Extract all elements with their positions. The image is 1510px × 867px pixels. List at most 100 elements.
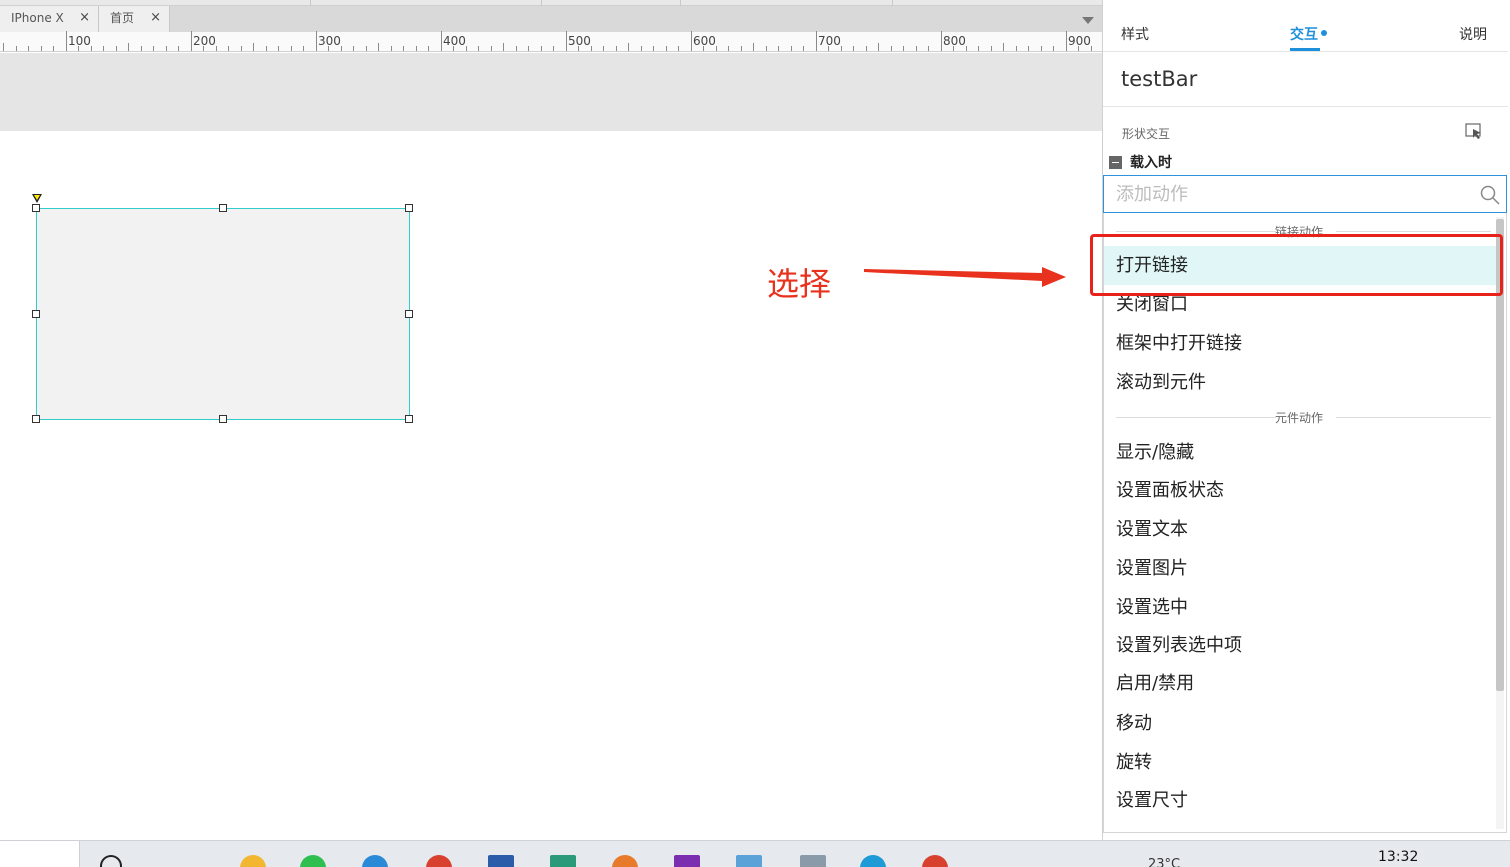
ruler-tick [253,43,254,51]
ruler-tick [516,46,517,51]
file-explorer-icon[interactable] [240,855,266,867]
divider [1103,106,1508,107]
ruler-tick [416,46,417,51]
ruler-tick [1066,31,1067,51]
onenote-icon[interactable] [674,855,700,867]
action-rotate[interactable]: 旋转 [1104,743,1496,782]
tab-label: IPhone X [11,11,64,25]
resize-handle[interactable] [405,204,413,212]
tab-interaction[interactable]: 交互 [1290,24,1327,44]
inspector-panel: 样式 交互 说明 testBar 形状交互 载入时 链接动作 [1102,0,1510,840]
ruler-tick [166,46,167,51]
cursor-select-icon[interactable] [1465,123,1483,140]
action-set-panel-state[interactable]: 设置面板状态 [1104,471,1496,510]
resize-handle[interactable] [219,415,227,423]
action-dropdown: 链接动作 打开链接 关闭窗口 框架中打开链接 滚动到元件 元件动作 显示/隐藏 … [1103,213,1507,833]
ruler-tick [403,46,404,51]
ruler-tick [578,46,579,51]
ruler-tick [966,46,967,51]
ruler-tick [891,46,892,51]
resize-handle[interactable] [219,204,227,212]
resize-handle[interactable] [405,415,413,423]
resize-handle[interactable] [32,415,40,423]
ruler-tick [316,31,317,51]
weather-readout[interactable]: 23°C [1148,857,1180,867]
ruler-tick [466,46,467,51]
ruler-tick [628,43,629,51]
action-enable-disable[interactable]: 启用/禁用 [1104,664,1496,703]
ruler-tick [641,46,642,51]
wechat-icon[interactable] [300,855,326,867]
ruler-tick [853,46,854,51]
ruler-tick [1091,46,1092,51]
action-set-selected[interactable]: 设置选中 [1104,588,1496,627]
browser-icon[interactable] [362,855,388,867]
os-taskbar: 23°C 13:32 [0,840,1510,867]
edge-icon[interactable] [860,855,886,867]
search-icon[interactable] [100,855,122,867]
search-icon[interactable] [1480,185,1500,205]
collapse-icon[interactable] [1109,155,1122,169]
close-icon[interactable]: × [79,6,90,30]
ruler-tick [803,46,804,51]
horizontal-ruler: 100 200 300 400 500 600 700 800 900 [0,31,1102,52]
ruler-tick [553,46,554,51]
ruler-tick [28,46,29,51]
chrome-icon[interactable] [426,855,452,867]
ruler-tick [228,46,229,51]
ruler-tick [828,46,829,51]
event-on-load[interactable]: 载入时 [1109,153,1172,171]
firefox-icon[interactable] [612,855,638,867]
tab-notes[interactable]: 说明 [1459,24,1487,44]
add-action-input[interactable] [1116,181,1466,207]
action-set-list-selected[interactable]: 设置列表选中项 [1104,626,1496,665]
tab-style[interactable]: 样式 [1121,24,1149,44]
ruler-tick [816,31,817,51]
ruler-tick [978,46,979,51]
action-open-link-in-frame[interactable]: 框架中打开链接 [1104,324,1496,363]
action-set-image[interactable]: 设置图片 [1104,549,1496,588]
ruler-tick [716,46,717,51]
ruler-tick [616,46,617,51]
ruler-tick [916,46,917,51]
ruler-tick [91,46,92,51]
action-set-text[interactable]: 设置文本 [1104,510,1496,549]
annotation-arrow-icon [864,267,1066,287]
unsaved-dot-icon [1321,30,1327,36]
ruler-tick [478,46,479,51]
tab-home[interactable]: 首页 × [99,6,170,32]
add-action-search[interactable] [1103,175,1507,213]
ruler-tick [866,46,867,51]
ruler-tick [303,46,304,51]
axure-icon[interactable] [550,855,576,867]
chrome-icon[interactable] [922,855,948,867]
ruler-tick [491,46,492,51]
start-area[interactable] [0,841,80,867]
action-move[interactable]: 移动 [1104,704,1496,743]
taskbar-clock[interactable]: 13:32 [1378,849,1418,865]
ruler-tick [203,46,204,51]
design-canvas[interactable]: 选择 [0,53,1102,840]
action-show-hide[interactable]: 显示/隐藏 [1104,433,1496,472]
group-header-label: 元件动作 [1274,411,1323,425]
resize-handle[interactable] [32,204,40,212]
word-icon[interactable] [488,855,514,867]
widget-name-title[interactable]: testBar [1121,67,1197,91]
ruler-tick [591,46,592,51]
tab-iphone-x[interactable]: IPhone X × [0,6,99,32]
ruler-tick [778,46,779,51]
notepad-icon[interactable] [800,855,826,867]
ruler-label: 700 [818,34,841,48]
ruler-tick [41,46,42,51]
ruler-tick [503,43,504,51]
action-set-size[interactable]: 设置尺寸 [1104,781,1496,820]
resize-handle[interactable] [405,310,413,318]
close-icon[interactable]: × [150,6,161,30]
selected-rectangle-shape[interactable] [36,208,410,420]
ruler-tick [1053,46,1054,51]
action-scroll-to-widget[interactable]: 滚动到元件 [1104,363,1496,402]
resize-handle[interactable] [32,310,40,318]
ruler-tick [378,43,379,51]
chevron-down-icon[interactable] [1082,17,1094,24]
paint-icon[interactable] [736,855,762,867]
